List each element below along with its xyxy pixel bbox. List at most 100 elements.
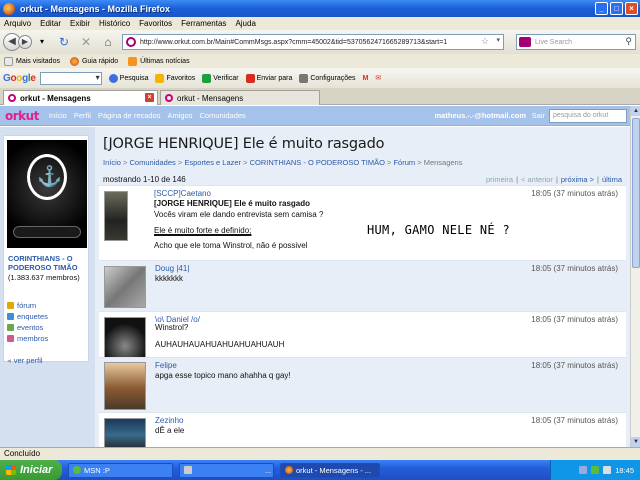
nav-comunidades[interactable]: Comunidades — [200, 111, 246, 120]
community-members-count: (1.383.637 membros) — [8, 273, 80, 282]
reload-icon[interactable]: ↻ — [56, 34, 72, 50]
google-item-label: Configurações — [310, 74, 356, 82]
url-dropdown-icon[interactable]: ▾ — [496, 36, 500, 44]
nav-inicio[interactable]: Início — [49, 111, 67, 120]
forward-button[interactable]: ▶ — [18, 35, 32, 49]
post-line: dÊ a ele — [155, 426, 185, 435]
google-pesquisa-button[interactable]: Pesquisa — [108, 73, 149, 83]
post-body: apga esse topico mano ahahha q gay! — [155, 371, 605, 382]
logout-link[interactable]: Sair — [532, 111, 545, 120]
history-dropdown-icon[interactable]: ▾ — [34, 34, 50, 50]
forum-main: [JORGE HENRIQUE] Ele é muito rasgado Iní… — [95, 127, 630, 447]
crumb-esportes[interactable]: Esportes e Lazer — [184, 158, 241, 167]
navigation-toolbar: ◀ ▶ ▾ ↻ ✕ ⌂ http://www.orkut.com.br/Main… — [0, 30, 640, 54]
tray-msn-icon[interactable] — [591, 466, 600, 474]
page-scrollbar[interactable]: ▲ ▼ — [630, 106, 640, 447]
community-name[interactable]: CORINTHIANS - O PODEROSO TIMÃO — [8, 254, 90, 272]
scroll-down-arrow-icon[interactable]: ▼ — [631, 437, 640, 447]
tab-orkut-mensagens-2[interactable]: orkut - Mensagens — [160, 90, 320, 105]
orkut-search-input[interactable]: pesquisa do orkut — [549, 109, 627, 123]
home-icon[interactable]: ⌂ — [100, 34, 116, 50]
bookmark-guia-rapido[interactable]: Guia rápido — [69, 56, 118, 66]
task-firefox[interactable]: orkut - Mensagens - ... — [280, 462, 380, 478]
window-title: orkut - Mensagens - Mozilla Firefox — [20, 3, 171, 14]
post-author[interactable]: Zezinho — [155, 416, 183, 425]
avatar[interactable] — [104, 266, 146, 308]
clock: 18:45 — [615, 465, 634, 475]
url-bar[interactable]: http://www.orkut.com.br/Main#CommMsgs.as… — [122, 34, 504, 50]
pager-anterior[interactable]: < anterior — [521, 175, 553, 184]
forum-post: Zezinho 18:05 (37 minutos atrás) dÊ a el… — [99, 412, 626, 447]
google-verificar-button[interactable]: Verificar — [202, 73, 239, 83]
pager-ultima[interactable]: última — [602, 175, 622, 184]
crumb-forum[interactable]: Fórum — [393, 158, 415, 167]
minimize-button[interactable]: _ — [595, 2, 608, 15]
link-membros[interactable]: membros — [7, 333, 48, 344]
firefox-icon — [285, 466, 293, 474]
google-more-icon[interactable]: ✉ — [375, 74, 381, 82]
tray-volume-icon[interactable] — [603, 466, 612, 474]
maximize-button[interactable]: □ — [610, 2, 623, 15]
post-author[interactable]: Doug |41| — [155, 264, 189, 273]
search-engine-icon[interactable] — [519, 37, 531, 47]
avatar[interactable] — [104, 317, 146, 359]
menu-ajuda[interactable]: Ajuda — [235, 19, 255, 28]
menu-ferramentas[interactable]: Ferramentas — [181, 19, 226, 28]
orkut-logo[interactable]: orkut — [5, 109, 39, 123]
post-body: kkkkkkk — [155, 274, 605, 285]
crumb-comunidades[interactable]: Comunidades — [130, 158, 176, 167]
post-author[interactable]: [SCCP]Caetano — [154, 189, 211, 198]
gmail-icon[interactable]: M — [363, 75, 369, 82]
nav-amigos[interactable]: Amigos — [168, 111, 193, 120]
link-forum[interactable]: fórum — [7, 300, 48, 311]
avatar[interactable] — [104, 418, 146, 447]
avatar[interactable] — [104, 191, 128, 241]
task-window-2[interactable]: ... — [179, 462, 274, 478]
menu-exibir[interactable]: Exibir — [70, 19, 90, 28]
pager-primeira[interactable]: primeira — [486, 175, 513, 184]
tab-close-icon[interactable]: × — [145, 93, 154, 102]
scroll-up-arrow-icon[interactable]: ▲ — [631, 106, 640, 116]
tab-orkut-mensagens-1[interactable]: orkut - Mensagens × — [3, 90, 158, 105]
community-image[interactable]: ⚓ — [7, 140, 87, 248]
google-config-button[interactable]: Configurações — [299, 73, 356, 83]
google-favoritos-button[interactable]: Favoritos — [155, 73, 195, 83]
tray-network-icon[interactable] — [579, 466, 588, 474]
menu-favoritos[interactable]: Favoritos — [139, 19, 172, 28]
pager-proxima[interactable]: próxima > — [561, 175, 594, 184]
google-item-label: Pesquisa — [119, 74, 149, 82]
crumb-inicio[interactable]: Início — [103, 158, 121, 167]
rss-icon — [128, 56, 138, 66]
link-label: membros — [17, 334, 49, 343]
system-tray: 18:45 — [550, 460, 640, 480]
bookmark-ultimas-noticias[interactable]: Últimas notícias — [128, 56, 190, 66]
avatar[interactable] — [104, 362, 146, 410]
scroll-thumb[interactable] — [632, 118, 640, 268]
nav-recados[interactable]: Página de recados — [98, 111, 161, 120]
menu-editar[interactable]: Editar — [40, 19, 61, 28]
bookmark-star-icon[interactable]: ☆ — [481, 36, 489, 47]
crumb-mensagens: Mensagens — [423, 158, 463, 167]
orkut-nav: Início Perfil Página de recados Amigos C… — [49, 111, 246, 120]
stop-icon[interactable]: ✕ — [78, 34, 94, 50]
handwritten-annotation: HUM, GAMO NELE NÉ ? — [367, 223, 510, 237]
menu-historico[interactable]: Histórico — [99, 19, 130, 28]
close-button[interactable]: × — [625, 2, 638, 15]
search-box[interactable]: Live Search ⚲ — [516, 34, 636, 50]
ver-perfil-link[interactable]: ◂ ver perfil — [7, 356, 43, 365]
link-eventos[interactable]: eventos — [7, 322, 48, 333]
google-search-input[interactable] — [39, 71, 102, 85]
bookmark-mais-visitados[interactable]: Mais visitados — [4, 56, 60, 66]
star-icon — [155, 73, 165, 83]
start-button[interactable]: Iniciar — [0, 460, 62, 480]
bookmark-page-icon — [4, 56, 13, 66]
calendar-icon — [7, 324, 14, 331]
post-author[interactable]: Felipe — [155, 361, 177, 370]
google-enviar-button[interactable]: Enviar para — [245, 73, 292, 83]
task-msn[interactable]: MSN :P — [68, 462, 173, 478]
nav-perfil[interactable]: Perfil — [74, 111, 91, 120]
crumb-community[interactable]: CORINTHIANS - O PODEROSO TIMÃO — [250, 158, 385, 167]
search-icon[interactable]: ⚲ — [625, 36, 632, 47]
menu-arquivo[interactable]: Arquivo — [4, 19, 31, 28]
link-enquetes[interactable]: enquetes — [7, 311, 48, 322]
